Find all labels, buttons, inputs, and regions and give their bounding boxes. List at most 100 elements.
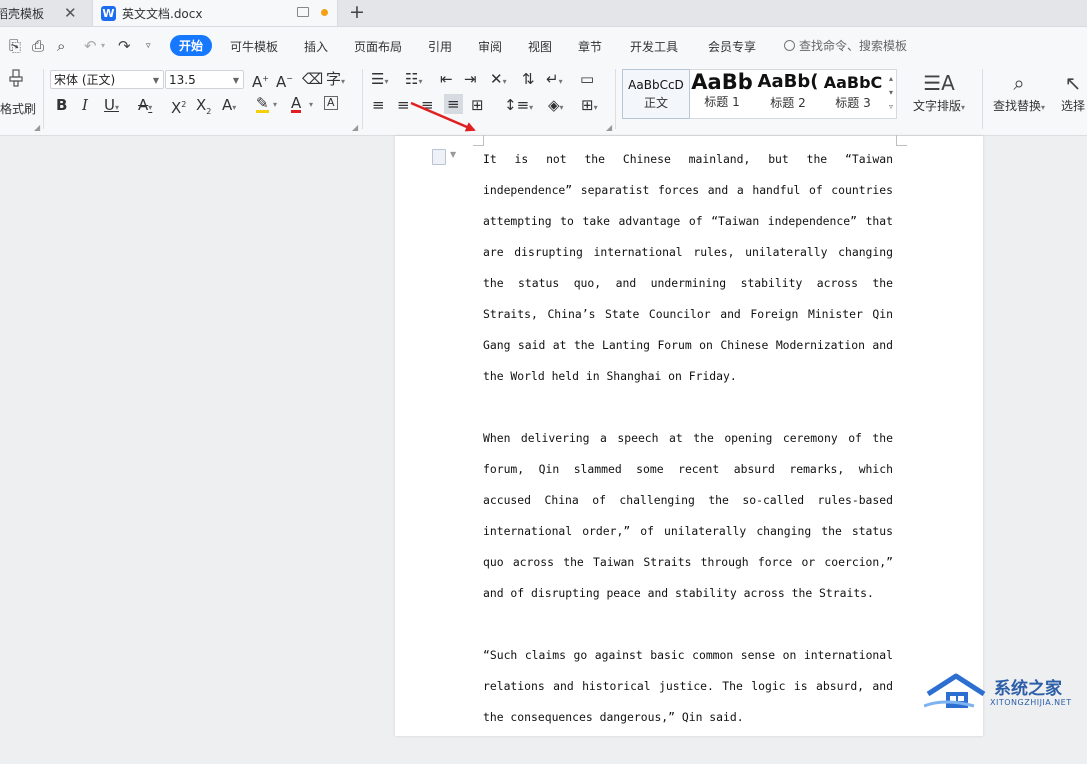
chevron-down-icon: ▼	[232, 76, 239, 85]
watermark: 系统之家 XITONGZHIJIA.NET	[924, 668, 1087, 722]
menu-insert[interactable]: 插入	[304, 38, 328, 55]
tab-label: 英文文档.docx	[122, 6, 203, 21]
align-right-icon[interactable]: ≡	[421, 96, 434, 114]
line-spacing-icon[interactable]: ↕≡▾	[504, 96, 533, 117]
align-left-icon[interactable]: ≡	[372, 96, 385, 114]
chevron-down-icon: ▼	[152, 76, 159, 85]
format-brush-label[interactable]: 格式刷	[0, 100, 36, 117]
style-heading-1[interactable]: AaBb 标题 1	[689, 70, 755, 118]
sort-icon[interactable]: ⇅	[522, 70, 535, 88]
text-layout-icon: ☰A	[923, 71, 955, 95]
paragraph[interactable]: It is not the Chinese mainland, but the …	[483, 144, 893, 392]
unsaved-dot-icon	[321, 9, 328, 16]
menu-page-layout[interactable]: 页面布局	[354, 38, 402, 55]
highlight-icon[interactable]: ✎	[256, 96, 269, 113]
font-size-value: 13.5	[169, 73, 196, 87]
justify-icon[interactable]: ≡	[444, 94, 463, 114]
cursor-arrow-icon: ↖	[1064, 71, 1082, 95]
format-brush-icon[interactable]	[8, 69, 24, 87]
margin-corner-mark	[896, 135, 907, 146]
tab-document[interactable]: W 英文文档.docx	[92, 0, 338, 26]
print-preview-icon[interactable]: ⌕	[57, 37, 65, 55]
align-center-icon[interactable]: ≡	[397, 96, 410, 114]
document-icon[interactable]	[432, 149, 446, 165]
decrease-indent-icon[interactable]: ⇤	[440, 70, 453, 88]
bold-icon[interactable]: B	[56, 96, 67, 114]
italic-icon[interactable]: I	[82, 96, 88, 114]
menu-home[interactable]: 开始	[170, 35, 213, 56]
style-sample: AaBbC	[823, 73, 883, 92]
shading-icon[interactable]: ◈▾	[548, 96, 564, 117]
document-body[interactable]: It is not the Chinese mainland, but the …	[483, 144, 893, 764]
style-normal[interactable]: AaBbCcD 正文	[622, 69, 690, 119]
bullet-list-icon[interactable]: ☰▾	[371, 70, 388, 91]
clear-format-icon[interactable]: ⌫	[302, 70, 323, 88]
watermark-title: 系统之家	[994, 679, 1062, 699]
divider	[615, 69, 616, 129]
menu-member[interactable]: 会员专享	[708, 38, 756, 55]
find-replace-button[interactable]: ⌕ 查找替换▾	[993, 69, 1045, 114]
increase-indent-icon[interactable]: ⇥	[464, 70, 477, 88]
font-color-icon[interactable]: A	[291, 96, 302, 113]
document-page[interactable]: ▼ It is not the Chinese mainland, but th…	[395, 135, 983, 736]
undo-icon[interactable]: ↶	[84, 37, 97, 55]
strikethrough-icon[interactable]: A▾	[138, 96, 152, 117]
select-label: 选择	[1061, 99, 1086, 113]
superscript-icon[interactable]: X2	[171, 96, 186, 117]
subscript-icon[interactable]: X2	[196, 96, 211, 121]
customize-chevron-icon[interactable]: ▿	[146, 41, 151, 51]
tab-bar: 稻壳模板 ✕ W 英文文档.docx +	[0, 0, 1087, 27]
borders-icon[interactable]: ⊞▾	[581, 96, 598, 117]
font-size-select[interactable]: 13.5 ▼	[165, 70, 244, 89]
monitor-icon[interactable]	[297, 7, 309, 17]
menu-templates[interactable]: 可牛模板	[230, 38, 278, 55]
styles-scroll[interactable]: ▴ ▾ ▿	[889, 72, 893, 114]
text-layout-button[interactable]: ☰A 文字排版▾	[913, 69, 965, 114]
divider	[43, 69, 44, 129]
menu-view[interactable]: 视图	[528, 38, 552, 55]
font-name-value: 宋体 (正文)	[54, 73, 116, 87]
style-heading-2[interactable]: AaBb( 标题 2	[755, 70, 821, 118]
tab-template[interactable]: 稻壳模板 ✕	[0, 0, 88, 26]
char-border-icon[interactable]: A	[324, 96, 338, 110]
chinese-layout-icon[interactable]: ✕▾	[490, 70, 507, 91]
grow-font-icon[interactable]: A+	[252, 70, 269, 91]
font-name-select[interactable]: 宋体 (正文) ▼	[50, 70, 164, 89]
menu-chapter[interactable]: 章节	[578, 38, 602, 55]
new-tab-plus-icon[interactable]: +	[349, 1, 365, 23]
style-name: 标题 1	[704, 95, 740, 109]
group-launcher-icon[interactable]: ◢	[352, 123, 358, 132]
paragraph[interactable]: “Such claims go against basic common sen…	[483, 640, 893, 733]
redo-icon[interactable]: ↷	[118, 37, 131, 55]
ruler-icon[interactable]: ▭	[580, 70, 594, 88]
menu-developer[interactable]: 开发工具	[630, 38, 678, 55]
select-button[interactable]: ↖ 选择	[1061, 69, 1085, 114]
wps-writer-logo-icon: W	[101, 5, 116, 21]
show-marks-icon[interactable]: ↵▾	[546, 70, 563, 91]
styles-gallery: AaBbCcD 正文 AaBb 标题 1 AaBb( 标题 2 AaBbC 标题…	[622, 69, 897, 119]
phonetic-guide-icon[interactable]: 字▾	[326, 70, 345, 91]
style-heading-3[interactable]: AaBbC 标题 3	[821, 70, 885, 118]
shrink-font-icon[interactable]: A−	[276, 70, 293, 91]
menu-review[interactable]: 审阅	[478, 38, 502, 55]
highlight-dropdown-icon[interactable]: ▾	[273, 96, 277, 114]
numbered-list-icon[interactable]: ☷▾	[405, 70, 422, 91]
chevron-down-icon[interactable]: ▼	[450, 150, 456, 159]
underline-icon[interactable]: U▾	[104, 96, 119, 117]
menu-bar: ⎘ ⎙ ⌕ ↶ ▾ ↷ ▿ 开始 可牛模板 插入 页面布局 引用 审阅 视图 章…	[0, 27, 1087, 65]
group-launcher-icon[interactable]: ◢	[34, 123, 40, 132]
menu-references[interactable]: 引用	[428, 38, 452, 55]
command-search[interactable]: 查找命令、搜索模板	[784, 37, 907, 54]
divider	[362, 69, 363, 129]
save-icon[interactable]: ⎘	[9, 37, 21, 55]
font-color-dropdown-icon[interactable]: ▾	[309, 96, 313, 114]
close-icon[interactable]: ✕	[64, 4, 77, 22]
paragraph[interactable]: When delivering a speech at the opening …	[483, 423, 893, 609]
group-launcher-icon[interactable]: ◢	[606, 123, 612, 132]
text-effect-icon[interactable]: A▾	[222, 96, 236, 117]
text-layout-label: 文字排版	[913, 99, 962, 113]
distributed-align-icon[interactable]: ⊞	[471, 96, 484, 114]
print-icon[interactable]: ⎙	[32, 37, 44, 55]
undo-dropdown-icon[interactable]: ▾	[101, 41, 105, 50]
house-logo-icon	[924, 673, 986, 708]
